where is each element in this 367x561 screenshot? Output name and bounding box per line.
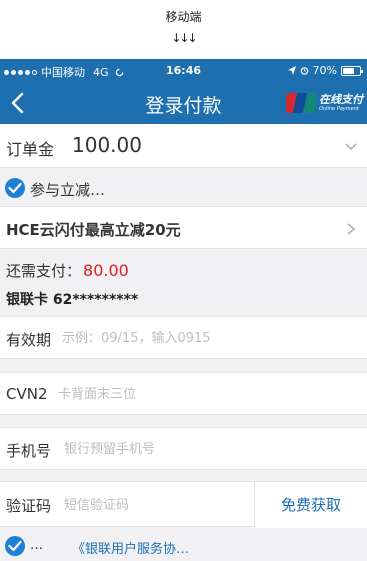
order-amount-row[interactable]: 订单金 100.00 [0, 124, 367, 168]
card-number: 银联卡 62********* [6, 292, 139, 308]
unionpay-brand: 在线支付 Online Payment [286, 93, 363, 113]
brand-en: Online Payment [319, 106, 359, 112]
code-label: 验证码 [6, 497, 52, 515]
phone-screen: 中国移动 4G 16:46 70% 登录付款 在线支付 Online Payme… [0, 59, 367, 561]
agreement-check-icon[interactable] [5, 536, 25, 556]
amount-due: 还需支付： 80.00 [6, 260, 129, 281]
expiry-label: 有效期 [6, 331, 52, 349]
service-agreement-link[interactable]: 《银联用户服务协… [72, 538, 189, 557]
order-amount-value: 100.00 [72, 133, 142, 157]
amount-due-label: 还需支付： [6, 262, 82, 280]
amount-due-value: 80.00 [83, 261, 129, 280]
chevron-right-icon[interactable] [346, 223, 356, 235]
payment-summary: 还需支付： 80.00 银联卡 62********* [0, 250, 367, 316]
cvn2-label: CVN2 [6, 385, 48, 403]
battery-percent: 70% [312, 64, 337, 77]
phone-input[interactable] [64, 439, 354, 459]
check-icon[interactable] [5, 178, 25, 198]
promo-row[interactable]: HCE云闪付最高立减20元 [0, 206, 367, 249]
expiry-input[interactable] [62, 328, 352, 348]
phone-label: 手机号 [6, 442, 52, 460]
page-caption: 移动端 [165, 10, 202, 24]
agreement-text: … [30, 538, 43, 553]
brand-cn: 在线支付 [319, 93, 363, 106]
agreement-row: … 《银联用户服务协… [0, 529, 367, 561]
location-icon [287, 66, 296, 75]
code-field-row: 验证码 免费获取 [0, 481, 367, 528]
battery-icon [341, 65, 363, 76]
cvn2-field-row: CVN2 [0, 372, 367, 415]
promo-text: HCE云闪付最高立减20元 [6, 221, 181, 239]
cvn2-input[interactable] [58, 384, 348, 404]
discount-row[interactable]: 参与立减… [0, 169, 367, 205]
get-code-button[interactable]: 免费获取 [255, 482, 367, 528]
phone-field-row: 手机号 [0, 427, 367, 470]
order-amount-label: 订单金 [6, 140, 55, 159]
chevron-down-icon[interactable] [345, 140, 357, 152]
discount-label: 参与立减… [30, 181, 106, 199]
down-arrows: ↓↓↓ [171, 31, 197, 45]
sms-code-input[interactable] [64, 495, 244, 515]
alarm-icon [300, 67, 308, 75]
nav-bar: 登录付款 在线支付 Online Payment [0, 83, 367, 124]
status-right: 70% [287, 64, 363, 77]
unionpay-logo [286, 93, 316, 113]
status-bar: 中国移动 4G 16:46 70% [0, 59, 367, 83]
expiry-field-row: 有效期 [0, 316, 367, 359]
